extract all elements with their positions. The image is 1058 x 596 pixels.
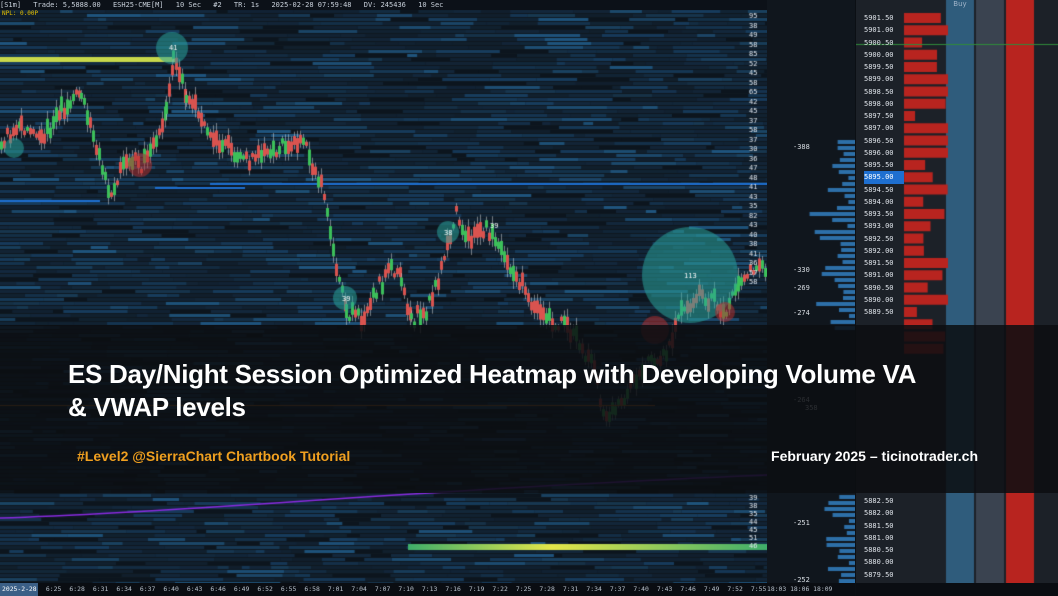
time-tick: 7:04 xyxy=(351,585,367,593)
tr: TR: 1s xyxy=(233,1,260,9)
ladder-price[interactable]: 5895.50 xyxy=(864,159,904,171)
ladder-price-lower[interactable]: 5880.50 xyxy=(864,544,904,556)
time-axis: 2025-2-28 6:25 6:28 6:31 6:34 6:37 6:40 6:43 6:… xyxy=(0,583,767,596)
time-tick: 6:40 xyxy=(163,585,179,593)
volume-profile-label: -251 xyxy=(793,519,810,527)
ladder-price[interactable]: 5893.50 xyxy=(864,208,904,220)
volume-profile-label: -269 xyxy=(793,284,810,292)
ladder-price-lower[interactable]: 5881.00 xyxy=(864,532,904,544)
ladder-price[interactable]: 5895.00 xyxy=(864,171,904,184)
ladder-price[interactable]: 5896.50 xyxy=(864,135,904,147)
ladder-price[interactable]: 5897.00 xyxy=(864,122,904,134)
chart-number: #2 xyxy=(213,1,222,9)
volume-profile-label: -330 xyxy=(793,266,810,274)
time-tick: 6:49 xyxy=(233,585,250,593)
time-tick: 7:07 xyxy=(374,585,391,593)
time-tick: 6:31 xyxy=(92,585,109,593)
ladder-price-lower[interactable]: 5879.50 xyxy=(864,569,904,581)
time-tick: 6:34 xyxy=(116,585,132,593)
credit-text: February 2025 – ticinotrader.ch xyxy=(771,448,978,464)
time-tick: 7:19 xyxy=(468,585,485,593)
heatmap-canvas[interactable] xyxy=(0,0,767,583)
ladder-price-lower[interactable]: 5882.00 xyxy=(864,507,904,519)
hashtag-text: #Level2 @SierraChart Chartbook Tutorial xyxy=(77,448,351,464)
time-axis-right: 18:03 18:06 18:09 xyxy=(767,583,855,596)
period-2: 10 Sec xyxy=(418,1,444,9)
symbol: ESH25-CME[M] xyxy=(112,1,164,9)
ladder-price[interactable]: 5894.50 xyxy=(864,184,904,196)
ladder-footer xyxy=(856,583,1058,596)
ladder-price[interactable]: 5890.50 xyxy=(864,282,904,294)
ladder-price[interactable]: 5891.00 xyxy=(864,269,904,281)
volume-profile-label: -252 xyxy=(793,576,810,583)
ladder-price[interactable]: 5894.00 xyxy=(864,196,904,208)
time-tick: 7:28 xyxy=(539,585,555,593)
time-tick: 7:34 xyxy=(586,585,602,593)
time-tick: 7:01 xyxy=(327,585,344,593)
npl-label: NPL: 0.00P xyxy=(2,10,39,17)
time-tick: 6:55 xyxy=(280,585,297,593)
time-tick: 7:22 xyxy=(492,585,508,593)
time-tick: 6:43 xyxy=(186,585,203,593)
time-tick: 7:37 xyxy=(609,585,626,593)
ladder-price[interactable]: 5898.50 xyxy=(864,86,904,98)
ladder-price[interactable]: 5899.50 xyxy=(864,61,904,73)
time-tick: 7:10 xyxy=(398,585,414,593)
ladder-price[interactable]: 5896.00 xyxy=(864,147,904,159)
time-tick: 6:52 xyxy=(257,585,273,593)
time-tick: 7:40 xyxy=(633,585,649,593)
time-tick: 7:31 xyxy=(562,585,579,593)
heatmap-chart[interactable]: [S1m] Trade: 5,5888.00 ESH25-CME[M] 10 S… xyxy=(0,0,767,583)
time-axis-right-ticks: 18:03 18:06 18:09 xyxy=(767,585,833,593)
time-tick: 7:55 xyxy=(750,585,767,593)
ladder-price[interactable]: 5892.00 xyxy=(864,245,904,257)
time-tick: 7:49 xyxy=(703,585,720,593)
volume-profile-label: -388 xyxy=(793,143,810,151)
time-tick: 6:37 xyxy=(139,585,156,593)
time-tick: 7:43 xyxy=(656,585,673,593)
ladder-price-lower[interactable]: 5880.00 xyxy=(864,556,904,568)
time-tick: 6:46 xyxy=(210,585,226,593)
trade-price: Trade: 5,5888.00 xyxy=(33,1,101,9)
time-tick: 6:28 xyxy=(69,585,85,593)
ladder-price[interactable]: 5901.50 xyxy=(864,12,904,24)
ladder-price[interactable]: 5899.00 xyxy=(864,73,904,85)
ladder-price[interactable]: 5900.50 xyxy=(864,37,904,49)
time-tick: 6:25 xyxy=(45,585,62,593)
ladder-price[interactable]: 5890.00 xyxy=(864,294,904,306)
daily-volume: DV: 245436 xyxy=(363,1,406,9)
datetime: 2025-02-28 07:59:48 xyxy=(271,1,352,9)
time-tick: 6:58 xyxy=(304,585,320,593)
volume-profile-canvas xyxy=(767,0,855,583)
ladder-price[interactable]: 5893.00 xyxy=(864,220,904,232)
time-tick: 7:52 xyxy=(727,585,743,593)
lower-price-column: 5882.50 5882.00 5881.50 5881.00 5880.50 5880.… xyxy=(864,495,904,583)
ladder-price[interactable]: 5900.00 xyxy=(864,49,904,61)
time-tick: 7:25 xyxy=(515,585,532,593)
time-tick: 7:46 xyxy=(680,585,696,593)
ladder-price[interactable]: 5889.50 xyxy=(864,306,904,318)
ladder-price-lower[interactable]: 5881.50 xyxy=(864,520,904,532)
chart-header: [S1m] Trade: 5,5888.00 ESH25-CME[M] 10 S… xyxy=(0,0,767,10)
ladder-price[interactable]: 5898.00 xyxy=(864,98,904,110)
time-axis-date: 2025-2-28 xyxy=(0,583,38,596)
page-title: ES Day/Night Session Optimized Heatmap w… xyxy=(68,359,916,422)
ladder-price[interactable]: 5901.00 xyxy=(864,24,904,36)
ladder-price[interactable]: 5897.50 xyxy=(864,110,904,122)
time-tick: 7:16 xyxy=(445,585,461,593)
ladder-price[interactable]: 5891.50 xyxy=(864,257,904,269)
buy-header: Buy xyxy=(953,0,967,8)
volume-profile-column: -388-330-269-274-264358-251-252 xyxy=(767,0,855,583)
dom-ladder[interactable]: Buy 5901.50 5901.00 5900.50 5900.00 5899.50 5… xyxy=(856,0,1058,583)
chart-id: [S1m] xyxy=(0,1,22,9)
ladder-price-lower[interactable]: 5882.50 xyxy=(864,495,904,507)
volume-profile-label: -274 xyxy=(793,309,810,317)
ladder-price[interactable]: 5892.50 xyxy=(864,233,904,245)
bar-period: 10 Sec xyxy=(175,1,202,9)
price-column: 5901.50 5901.00 5900.50 5900.00 5899.50 5899.… xyxy=(864,12,904,318)
time-tick: 7:13 xyxy=(421,585,438,593)
screenshot-root: [S1m] Trade: 5,5888.00 ESH25-CME[M] 10 S… xyxy=(0,0,1058,596)
